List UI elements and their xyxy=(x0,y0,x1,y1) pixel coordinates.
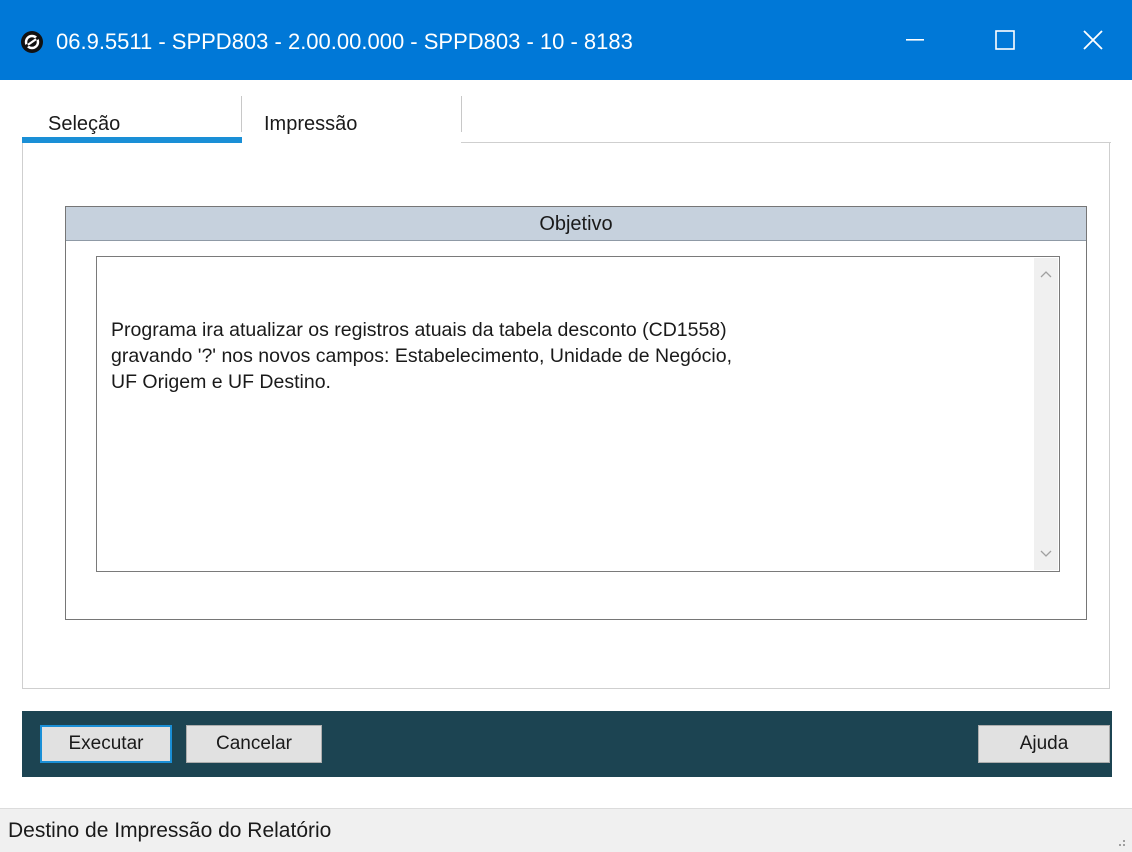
scroll-down-button[interactable] xyxy=(1034,542,1058,566)
objective-line: Programa ira atualizar os registros atua… xyxy=(111,319,727,341)
minimize-icon xyxy=(906,39,924,41)
title-bar[interactable]: 06.9.5511 - SPPD803 - 2.00.00.000 - SPPD… xyxy=(0,0,1132,80)
objective-header: Objetivo xyxy=(66,207,1086,241)
help-button[interactable]: Ajuda xyxy=(978,725,1110,763)
tab-selecao-label: Seleção xyxy=(48,113,121,135)
maximize-icon xyxy=(995,30,1015,50)
objective-text: Programa ira atualizar os registros atua… xyxy=(111,317,1011,395)
close-icon xyxy=(1083,30,1103,50)
minimize-button[interactable] xyxy=(876,0,954,80)
tab-strip: Seleção Impressão xyxy=(0,80,1132,143)
tab-impressao-label: Impressão xyxy=(264,113,358,135)
objective-line: gravando '?' nos novos campos: Estabelec… xyxy=(111,345,732,367)
execute-button[interactable]: Executar xyxy=(40,725,172,763)
objective-textarea[interactable]: Programa ira atualizar os registros atua… xyxy=(96,256,1060,572)
close-button[interactable] xyxy=(1054,0,1132,80)
objective-line: UF Origem e UF Destino. xyxy=(111,371,331,393)
tab-selecao[interactable]: Seleção xyxy=(22,80,242,143)
status-bar: Destino de Impressão do Relatório xyxy=(0,808,1132,852)
scroll-up-button[interactable] xyxy=(1034,262,1058,286)
chevron-up-icon xyxy=(1040,265,1052,283)
maximize-button[interactable] xyxy=(966,0,1044,80)
status-text: Destino de Impressão do Relatório xyxy=(8,819,332,842)
cancel-button[interactable]: Cancelar xyxy=(186,725,322,763)
action-bar: Executar Cancelar Ajuda xyxy=(22,711,1112,777)
vertical-scrollbar[interactable] xyxy=(1034,258,1058,570)
chevron-down-icon xyxy=(1040,545,1052,563)
totvs-logo-icon xyxy=(20,30,44,54)
tab-divider xyxy=(461,96,462,132)
window-title: 06.9.5511 - SPPD803 - 2.00.00.000 - SPPD… xyxy=(56,29,633,54)
tab-impressao[interactable]: Impressão xyxy=(242,80,462,143)
resize-grip-icon[interactable] xyxy=(1114,834,1126,846)
